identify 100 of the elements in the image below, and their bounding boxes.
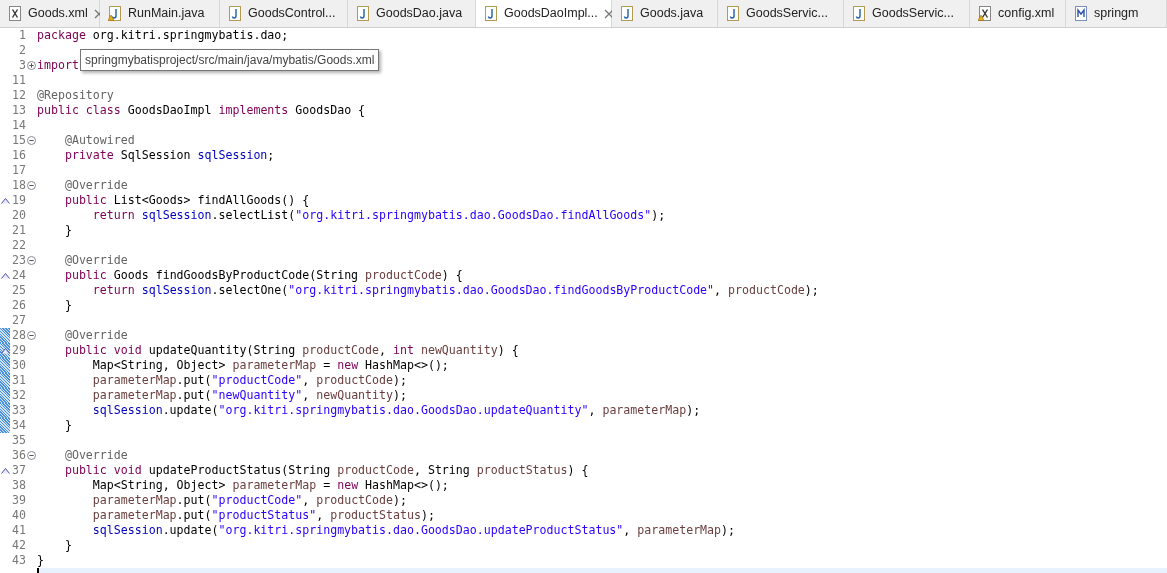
code-line: sqlSession.update("org.kitri.springmybatis.dao.GoodsDao.updateQuantity", parameterMap); bbox=[91, 402, 701, 419]
override-icon[interactable] bbox=[1, 197, 10, 204]
code-line: @Autowired bbox=[63, 131, 135, 149]
line-number: 17 bbox=[12, 161, 26, 179]
collapse-icon[interactable] bbox=[27, 181, 36, 190]
code-line: public class GoodsDaoImpl implements GoodsDao { bbox=[37, 102, 366, 119]
code-line: return sqlSession.selectList("org.kitri.springmybatis.dao.GoodsDao.findAllGoods"); bbox=[91, 207, 666, 224]
code-line: @Repository bbox=[37, 86, 114, 104]
tab-label: Goods.xml bbox=[28, 5, 88, 23]
line-number: 33 bbox=[12, 401, 26, 419]
line-number: 26 bbox=[12, 296, 26, 314]
tab-label: GoodsServic... bbox=[872, 5, 954, 23]
code-line: Map<String, Object> parameterMap = new HashMap<>(); bbox=[91, 357, 449, 374]
tab-label: GoodsServic... bbox=[746, 5, 828, 23]
code-line: } bbox=[63, 416, 72, 434]
line-number: 28 bbox=[12, 326, 26, 344]
code-line: public List<Goods> findAllGoods() { bbox=[63, 191, 310, 209]
code-line: @Override bbox=[63, 251, 128, 269]
line-number: 29 bbox=[12, 341, 26, 359]
java-file-icon bbox=[356, 6, 370, 21]
line-number: 3 bbox=[19, 56, 26, 74]
tab-label: springm bbox=[1094, 5, 1139, 23]
line-number: 43 bbox=[12, 551, 26, 569]
tab-label: GoodsDaoImpl... bbox=[504, 5, 598, 23]
override-icon[interactable] bbox=[1, 467, 10, 474]
line-number: 36 bbox=[12, 446, 26, 464]
line-number: 38 bbox=[12, 476, 26, 494]
java-file-icon bbox=[484, 6, 498, 21]
code-line: sqlSession.update("org.kitri.springmybatis.dao.GoodsDao.updateProductStatus", parameterMap); bbox=[91, 522, 736, 539]
code-line: parameterMap.put("productCode", productCode); bbox=[91, 492, 407, 509]
line-number: 11 bbox=[12, 71, 26, 89]
code-line: @Override bbox=[63, 326, 128, 344]
line-number: 41 bbox=[12, 521, 26, 539]
line-number: 12 bbox=[12, 86, 26, 104]
line-number: 24 bbox=[12, 266, 26, 284]
line-number: 15 bbox=[12, 131, 26, 149]
java-file-icon bbox=[726, 6, 740, 21]
code-line: } bbox=[63, 296, 72, 314]
expand-icon[interactable] bbox=[27, 61, 36, 70]
tab-label: Goods.java bbox=[640, 5, 704, 23]
line-number: 2 bbox=[19, 41, 26, 59]
line-number: 35 bbox=[12, 431, 26, 449]
override-icon[interactable] bbox=[1, 272, 10, 279]
tab-label: config.xml bbox=[998, 5, 1055, 23]
maven-file-icon bbox=[1074, 6, 1088, 21]
code-line: parameterMap.put("productCode", productCode); bbox=[91, 372, 407, 389]
line-number: 27 bbox=[12, 311, 26, 329]
code-line: } bbox=[37, 551, 44, 569]
line-number: 31 bbox=[12, 371, 26, 389]
line-number: 13 bbox=[12, 101, 26, 119]
line-number: 14 bbox=[12, 116, 26, 134]
code-line: public Goods findGoodsByProductCode(String productCode) { bbox=[63, 266, 463, 284]
collapse-icon[interactable] bbox=[27, 136, 36, 145]
code-line: public void updateQuantity(String productCode, int newQuantity) { bbox=[63, 341, 519, 359]
code-line: Map<String, Object> parameterMap = new HashMap<>(); bbox=[91, 477, 449, 494]
tooltip: springmybatisproject/src/main/java/mybatis/Goods.xml bbox=[80, 49, 380, 71]
line-number: 39 bbox=[12, 491, 26, 509]
code-line: parameterMap.put("productStatus", productStatus); bbox=[91, 507, 435, 524]
collapse-icon[interactable] bbox=[27, 331, 36, 340]
line-number: 25 bbox=[12, 281, 26, 299]
code-line: private SqlSession sqlSession; bbox=[63, 146, 275, 164]
code-line: } bbox=[63, 536, 72, 554]
java-file-icon bbox=[228, 6, 242, 21]
editor-tab[interactable]: RunMain.java bbox=[100, 0, 220, 27]
line-number: 22 bbox=[12, 236, 26, 254]
code-line: @Override bbox=[63, 176, 128, 194]
line-number: 30 bbox=[12, 356, 26, 374]
line-number: 1 bbox=[19, 28, 26, 44]
line-number: 34 bbox=[12, 416, 26, 434]
code-line: @Override bbox=[63, 446, 128, 464]
tab-label: GoodsDao.java bbox=[376, 5, 463, 23]
line-number: 40 bbox=[12, 506, 26, 524]
code-line: package org.kitri.springmybatis.dao; bbox=[37, 28, 289, 44]
java-file-icon bbox=[852, 6, 866, 21]
code-line: parameterMap.put("newQuantity", newQuantity); bbox=[91, 387, 407, 404]
tab-label: GoodsControl... bbox=[248, 5, 336, 23]
xml-file-icon bbox=[978, 6, 992, 21]
java-file-icon bbox=[108, 6, 122, 21]
line-number: 37 bbox=[12, 461, 26, 479]
code-line: public void updateProductStatus(String productCode, String productStatus) { bbox=[63, 461, 589, 479]
collapse-icon[interactable] bbox=[27, 451, 36, 460]
line-number: 16 bbox=[12, 146, 26, 164]
line-number: 19 bbox=[12, 191, 26, 209]
line-number: 32 bbox=[12, 386, 26, 404]
java-file-icon bbox=[620, 6, 634, 21]
code-line: return sqlSession.selectOne("org.kitri.springmybatis.dao.GoodsDao.findGoodsByProductCode", productCode); bbox=[91, 282, 819, 299]
editor-tab[interactable]: Goods.java bbox=[612, 0, 718, 27]
line-number: 20 bbox=[12, 206, 26, 224]
line-number: 18 bbox=[12, 176, 26, 194]
collapse-icon[interactable] bbox=[27, 256, 36, 265]
line-number: 23 bbox=[12, 251, 26, 269]
code-line: import bbox=[37, 56, 79, 74]
close-icon[interactable] bbox=[603, 8, 614, 19]
tab-label: RunMain.java bbox=[128, 5, 205, 23]
code-line: } bbox=[63, 221, 72, 239]
line-number: 42 bbox=[12, 536, 26, 554]
line-number: 21 bbox=[12, 221, 26, 239]
override-icon[interactable] bbox=[1, 347, 10, 354]
editor-tab[interactable]: GoodsDaoImpl... bbox=[476, 0, 612, 27]
xml-file-icon bbox=[8, 6, 22, 21]
